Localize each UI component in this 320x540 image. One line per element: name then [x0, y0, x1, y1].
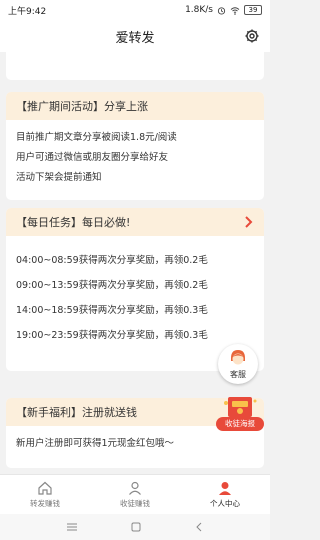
customer-service-button[interactable]: 客服	[218, 344, 258, 384]
card-heading: 【推广期间活动】分享上涨	[6, 92, 264, 120]
task-line: 19:00~23:59获得两次分享奖励，再领0.3毛	[16, 329, 208, 341]
gear-icon[interactable]	[244, 28, 260, 44]
battery-level: 39	[248, 6, 258, 14]
daily-task-card[interactable]: 【每日任务】每日必做! 04:00~08:59获得两次分享奖励，再领0.2毛 0…	[6, 208, 264, 371]
card-text: 新用户注册即可获得1元现金红包哦～	[16, 438, 175, 449]
network-speed: 1.8K/s	[185, 5, 213, 15]
chevron-right-icon[interactable]	[242, 215, 254, 229]
tab-label: 收徒赚钱	[120, 499, 150, 508]
menu-icon[interactable]	[66, 522, 78, 532]
card-text: 目前推广期文章分享被阅读1.8元/阅读	[16, 132, 177, 143]
status-time: 上午9:42	[8, 6, 47, 17]
tab-label: 转发赚钱	[30, 499, 60, 508]
task-line: 04:00~08:59获得两次分享奖励，再领0.2毛	[16, 254, 208, 266]
card-text: 用户可通过微信或朋友圈分享给好友	[16, 152, 169, 163]
agent-avatar-icon	[231, 350, 245, 365]
tab-forward-earn[interactable]: 转发赚钱	[0, 475, 90, 514]
app-header: 爱转发	[0, 20, 270, 52]
battery-icon: 39	[244, 5, 262, 15]
card-text: 活动下架会提前通知	[16, 172, 102, 183]
customer-service-label: 客服	[230, 370, 246, 379]
card-heading: 【每日任务】每日必做!	[6, 208, 264, 236]
home-square-icon[interactable]	[131, 522, 141, 532]
tab-recruit-earn[interactable]: 收徒赚钱	[90, 475, 180, 514]
wifi-icon	[230, 6, 240, 15]
back-icon[interactable]	[194, 522, 204, 532]
card-heading-text: 【每日任务】每日必做!	[16, 216, 131, 229]
page-title: 爱转发	[115, 30, 155, 46]
recruit-poster-button[interactable]: 收徒海报	[216, 395, 264, 435]
profile-icon	[219, 482, 231, 495]
bottom-tab-bar: 转发赚钱 收徒赚钱 个人中心	[0, 474, 270, 514]
task-line: 09:00~13:59获得两次分享奖励，再领0.2毛	[16, 279, 208, 291]
home-icon	[38, 481, 52, 495]
recruit-poster-label: 收徒海报	[216, 417, 264, 431]
status-bar: 上午9:42 1.8K/s 39	[0, 0, 270, 20]
alarm-icon	[217, 6, 226, 15]
person-icon	[129, 481, 141, 495]
task-line: 14:00~18:59获得两次分享奖励，再领0.3毛	[16, 304, 208, 316]
system-nav-bar	[0, 514, 270, 540]
status-right: 1.8K/s 39	[185, 5, 262, 15]
promo-activity-card: 【推广期间活动】分享上涨 目前推广期文章分享被阅读1.8元/阅读 用户可通过微信…	[6, 92, 264, 200]
tab-profile[interactable]: 个人中心	[180, 475, 270, 514]
previous-card-bottom	[6, 52, 264, 80]
tab-label: 个人中心	[210, 499, 240, 508]
